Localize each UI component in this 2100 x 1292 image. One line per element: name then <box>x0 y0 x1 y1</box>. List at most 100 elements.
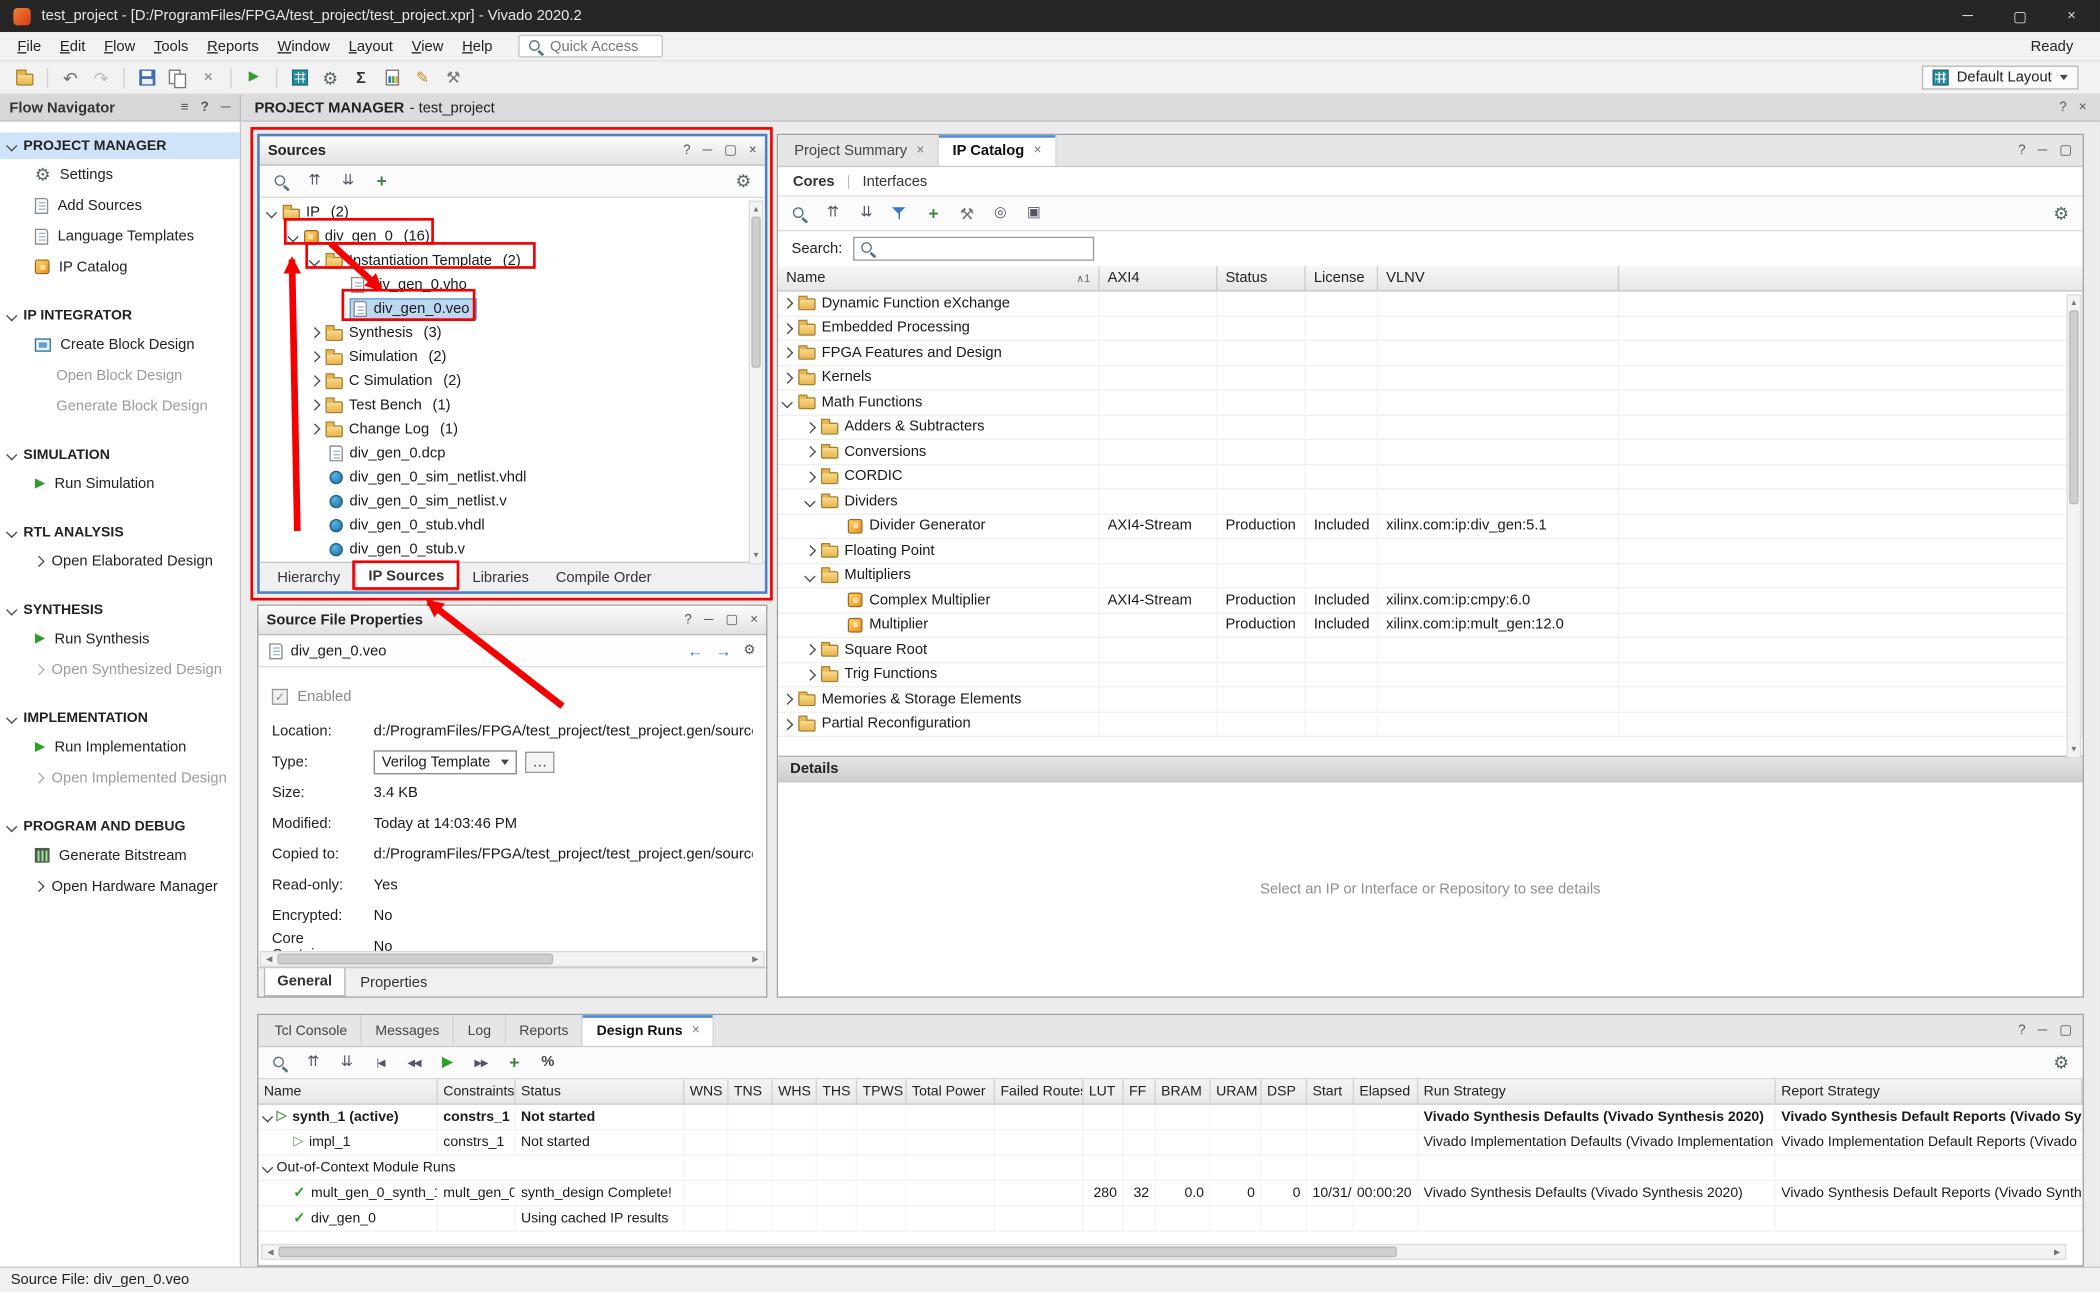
column-header-status[interactable]: Status <box>1217 266 1305 290</box>
nav-section-header-implementation[interactable]: IMPLEMENTATION <box>0 705 240 732</box>
run-column-header-status[interactable]: Status <box>516 1079 685 1103</box>
column-header-name[interactable]: Name∧1 <box>778 266 1099 290</box>
tab-tcl-console[interactable]: Tcl Console <box>261 1015 362 1046</box>
nav-section-header-project-manager[interactable]: PROJECT MANAGER <box>0 132 240 159</box>
window-maximize-icon[interactable]: ▢ <box>2059 144 2072 157</box>
tree-item-div-gen-0-sim-netlist-v[interactable]: div_gen_0_sim_netlist.v <box>260 490 765 514</box>
collapse-all-button[interactable]: ⇈ <box>824 203 843 224</box>
tree-item-synthesis[interactable]: Synthesis (3) <box>260 321 765 345</box>
collapse-all-button[interactable]: ⇈ <box>305 171 324 192</box>
catalog-row-trig-functions[interactable]: Trig Functions <box>778 663 2082 688</box>
target-button[interactable]: ◎ <box>991 203 1010 224</box>
scroll-left-icon[interactable]: ◀ <box>261 952 277 965</box>
tab-design-runs[interactable]: Design Runs× <box>583 1015 714 1046</box>
run-column-header-lut[interactable]: LUT <box>1083 1079 1123 1103</box>
expand-all-button[interactable]: ⇊ <box>857 203 876 224</box>
search-button[interactable] <box>790 203 809 224</box>
details-view-button[interactable]: ▣ <box>1025 203 1044 224</box>
edit-button[interactable]: ✎ <box>408 64 436 91</box>
run-column-header-wns[interactable]: WNS <box>684 1079 728 1103</box>
selected-item[interactable]: div_gen_0.veo <box>351 300 475 319</box>
menu-layout[interactable]: Layout <box>339 34 402 58</box>
nav-item-open-block-design[interactable]: Open Block Design <box>0 360 240 391</box>
tab-log[interactable]: Log <box>454 1015 506 1046</box>
menu-help[interactable]: Help <box>453 34 502 58</box>
nav-item-create-block-design[interactable]: Create Block Design <box>0 329 240 360</box>
tree-item-simulation[interactable]: Simulation (2) <box>260 345 765 369</box>
window-help-icon[interactable]: ? <box>2018 144 2025 157</box>
catalog-row-kernels[interactable]: Kernels <box>778 366 2082 391</box>
catalog-row-conversions[interactable]: Conversions <box>778 440 2082 465</box>
nav-item-run-implementation[interactable]: ▶Run Implementation <box>0 732 240 763</box>
nav-section-header-program-and-debug[interactable]: PROGRAM AND DEBUG <box>0 813 240 840</box>
window-minimize-icon[interactable]: ─ <box>704 613 714 626</box>
help-icon[interactable]: ? <box>2059 101 2066 114</box>
enabled-checkbox[interactable]: ✓ <box>272 689 288 705</box>
catalog-row-memories-storage-elements[interactable]: Memories & Storage Elements <box>778 687 2082 712</box>
undo-button[interactable]: ↶ <box>56 64 84 91</box>
search-button[interactable] <box>271 1052 290 1073</box>
catalog-row-dynamic-function-exchange[interactable]: Dynamic Function eXchange <box>778 292 2082 317</box>
tree-item-c-simulation[interactable]: C Simulation (2) <box>260 369 765 393</box>
scroll-right-icon[interactable]: ▶ <box>747 952 763 965</box>
column-header-vlnv[interactable]: VLNV <box>1378 266 1619 290</box>
tools-button[interactable]: ⚒ <box>439 64 467 91</box>
run-button[interactable]: ▶ <box>240 64 268 91</box>
nav-item-ip-catalog[interactable]: IP Catalog <box>0 251 240 282</box>
scrollbar-thumb[interactable] <box>277 954 553 965</box>
design-run-row-impl-1[interactable]: ▷impl_1constrs_1Not startedVivado Implem… <box>258 1130 2082 1155</box>
catalog-row-partial-reconfiguration[interactable]: Partial Reconfiguration <box>778 712 2082 737</box>
settings-button[interactable]: ⚙ <box>316 64 344 91</box>
nav-section-header-rtl-analysis[interactable]: RTL ANALYSIS <box>0 519 240 546</box>
nav-item-generate-bitstream[interactable]: Generate Bitstream <box>0 840 240 871</box>
tab-properties[interactable]: Properties <box>348 968 439 996</box>
tools-button[interactable]: ⚒ <box>958 203 977 224</box>
window-minimize-icon[interactable]: ─ <box>2038 144 2048 157</box>
back-icon[interactable]: ← <box>687 643 703 659</box>
run-column-header-bram[interactable]: BRAM <box>1156 1079 1211 1103</box>
column-header-axi4[interactable]: AXI4 <box>1100 266 1218 290</box>
catalog-row-square-root[interactable]: Square Root <box>778 638 2082 663</box>
window-minimize-icon[interactable]: ─ <box>2038 1024 2048 1037</box>
window-minimize-icon[interactable]: ─ <box>703 144 713 157</box>
run-column-header-tpws[interactable]: TPWS <box>857 1079 907 1103</box>
tree-item-div-gen-0-vho[interactable]: div_gen_0.vho <box>260 273 765 297</box>
runs-horizontal-scrollbar[interactable]: ◀ ▶ <box>261 1244 2066 1260</box>
delete-button[interactable]: × <box>194 64 222 91</box>
tree-item-div-gen-0-sim-netlist-vhdl[interactable]: div_gen_0_sim_netlist.vhdl <box>260 465 765 489</box>
window-float-icon[interactable]: ▢ <box>725 613 738 626</box>
tree-item-change-log[interactable]: Change Log (1) <box>260 417 765 441</box>
settings-gear-icon[interactable]: ⚙ <box>743 644 755 657</box>
catalog-row-floating-point[interactable]: Floating Point <box>778 539 2082 564</box>
tab-ip-sources[interactable]: IP Sources <box>355 563 458 591</box>
nav-item-add-sources[interactable]: Add Sources <box>0 190 240 221</box>
redo-button[interactable]: ↷ <box>87 64 115 91</box>
properties-horizontal-scrollbar[interactable]: ◀ ▶ <box>260 951 765 967</box>
nav-item-run-simulation[interactable]: ▶Run Simulation <box>0 468 240 499</box>
tree-item-div-gen-0-veo[interactable]: div_gen_0.veo <box>260 297 765 321</box>
menu-edit[interactable]: Edit <box>51 34 95 58</box>
menu-tools[interactable]: Tools <box>145 34 198 58</box>
collapse-all-button[interactable]: ⇈ <box>304 1052 323 1073</box>
catalog-row-multipliers[interactable]: Multipliers <box>778 564 2082 589</box>
window-help-icon[interactable]: ? <box>683 144 690 157</box>
run-column-header-run-strategy[interactable]: Run Strategy <box>1418 1079 1776 1103</box>
window-help-icon[interactable]: ? <box>684 613 691 626</box>
minimize-button[interactable]: ─ <box>1963 7 1973 24</box>
percent-button[interactable]: % <box>538 1052 557 1073</box>
play-button[interactable]: ▶ <box>438 1052 457 1073</box>
maximize-button[interactable]: ▢ <box>2013 7 2027 24</box>
run-column-header-ths[interactable]: THS <box>817 1079 857 1103</box>
design-run-row-out-of-context-module-runs[interactable]: Out-of-Context Module Runs <box>258 1156 2082 1181</box>
run-column-header-uram[interactable]: URAM <box>1211 1079 1262 1103</box>
tree-item-instantiation-template[interactable]: Instantiation Template (2) <box>260 249 765 273</box>
scrollbar-thumb[interactable] <box>751 217 760 369</box>
ip-search-input[interactable] <box>853 237 1094 261</box>
catalog-row-multiplier[interactable]: MultiplierProductionIncludedxilinx.com:i… <box>778 613 2082 638</box>
catalog-row-adders-subtracters[interactable]: Adders & Subtracters <box>778 415 2082 440</box>
tab-general[interactable]: General <box>264 968 346 996</box>
nav-item-open-hardware-manager[interactable]: Open Hardware Manager <box>0 871 240 902</box>
run-column-header-failed-routes[interactable]: Failed Routes <box>995 1079 1083 1103</box>
add-button[interactable]: + <box>924 203 943 224</box>
layout-selector[interactable]: Default Layout <box>1922 66 2079 90</box>
